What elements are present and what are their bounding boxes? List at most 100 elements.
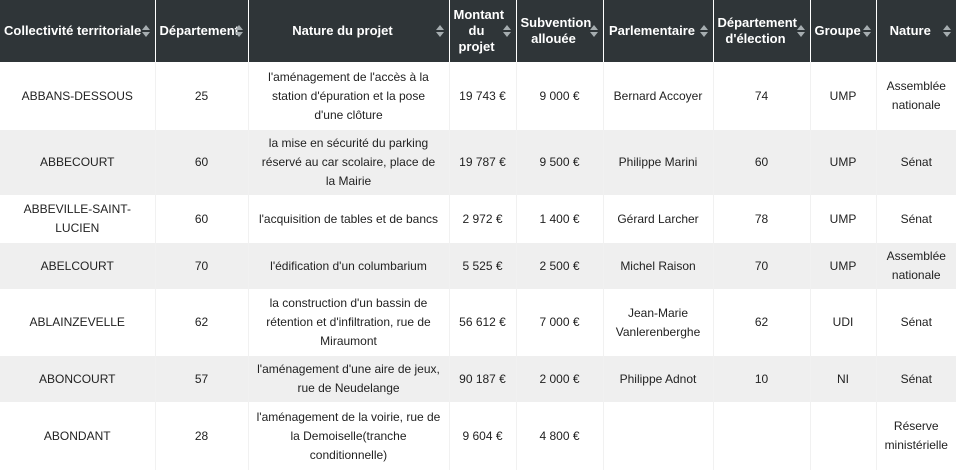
cell-montant: 19 787 € (449, 130, 517, 195)
sort-icon[interactable] (943, 25, 951, 37)
cell-nature-projet: l'acquisition de tables et de bancs (248, 195, 450, 243)
sort-icon[interactable] (234, 25, 243, 37)
cell-groupe (810, 402, 877, 470)
column-header-label: Nature (889, 23, 931, 38)
cell-parlementaire: Bernard Accoyer (603, 62, 714, 130)
cell-subvention: 9 500 € (516, 130, 604, 195)
table-row: ABONCOURT 57 l'aménagement d'une aire de j… (0, 356, 956, 402)
table-row: ABELCOURT 70 l'édification d'un columbariu… (0, 243, 956, 289)
cell-montant: 9 604 € (449, 402, 517, 470)
cell-nature: Réserve ministérielle (876, 402, 956, 470)
cell-departement-election: 70 (713, 243, 811, 289)
cell-groupe: UMP (810, 243, 877, 289)
cell-groupe: UMP (810, 62, 877, 130)
table-row: ABONDANT 28 l'aménagement de la voirie, ru… (0, 402, 956, 470)
cell-departement: 62 (155, 289, 249, 356)
sort-icon[interactable] (502, 25, 511, 37)
cell-collectivite: ABBEVILLE-SAINT-LUCIEN (0, 195, 156, 243)
cell-subvention: 7 000 € (516, 289, 604, 356)
table-row: ABBECOURT 60 la mise en sécurité du parkin… (0, 130, 956, 195)
sort-icon[interactable] (589, 25, 598, 37)
cell-parlementaire: Philippe Adnot (603, 356, 714, 402)
sort-icon[interactable] (796, 25, 805, 37)
cell-nature-projet: la mise en sécurité du parking réservé a… (248, 130, 450, 195)
column-header-label: Collectivité territoriale (4, 23, 142, 38)
cell-departement: 25 (155, 62, 249, 130)
column-header-label: Département (159, 23, 239, 38)
cell-montant: 56 612 € (449, 289, 517, 356)
column-header-departement-election[interactable]: Département d'élection (713, 0, 811, 62)
cell-departement: 70 (155, 243, 249, 289)
table-row: ABLAINZEVELLE 62 la construction d'un bass… (0, 289, 956, 356)
cell-nature-projet: la construction d'un bassin de rétention… (248, 289, 450, 356)
column-header-label: Groupe (814, 23, 861, 38)
cell-nature: Sénat (876, 130, 956, 195)
column-header-collectivite[interactable]: Collectivité territoriale (0, 0, 156, 62)
cell-departement: 60 (155, 130, 249, 195)
cell-departement-election: 10 (713, 356, 811, 402)
cell-groupe: NI (810, 356, 877, 402)
cell-nature: Assemblée nationale (876, 62, 956, 130)
cell-parlementaire: Gérard Larcher (603, 195, 714, 243)
column-header-label: Département d'élection (717, 15, 797, 46)
cell-montant: 2 972 € (449, 195, 517, 243)
column-header-label: Parlementaire (609, 23, 695, 38)
cell-montant: 5 525 € (449, 243, 517, 289)
cell-subvention: 4 800 € (516, 402, 604, 470)
cell-departement-election: 62 (713, 289, 811, 356)
cell-subvention: 1 400 € (516, 195, 604, 243)
column-header-parlementaire[interactable]: Parlementaire (603, 0, 714, 62)
cell-parlementaire: Philippe Marini (603, 130, 714, 195)
cell-nature-projet: l'aménagement d'une aire de jeux, rue de… (248, 356, 450, 402)
cell-nature: Assemblée nationale (876, 243, 956, 289)
cell-subvention: 2 500 € (516, 243, 604, 289)
cell-nature: Sénat (876, 289, 956, 356)
cell-departement-election: 78 (713, 195, 811, 243)
sort-icon[interactable] (699, 25, 708, 37)
table-row: ABBANS-DESSOUS 25 l'aménagement de l'accès… (0, 62, 956, 130)
cell-collectivite: ABBANS-DESSOUS (0, 62, 156, 130)
cell-nature-projet: l'édification d'un columbarium (248, 243, 450, 289)
column-header-label: Nature du projet (292, 23, 393, 38)
cell-departement: 28 (155, 402, 249, 470)
sort-icon[interactable] (435, 25, 444, 37)
cell-subvention: 9 000 € (516, 62, 604, 130)
cell-nature-projet: l'aménagement de l'accès à la station d'… (248, 62, 450, 130)
cell-collectivite: ABONCOURT (0, 356, 156, 402)
column-header-montant[interactable]: Montant du projet (449, 0, 517, 62)
table-row: ABBEVILLE-SAINT-LUCIEN 60 l'acquisition de… (0, 195, 956, 243)
table-header-row: Collectivité territoriale Département Na… (0, 0, 956, 62)
cell-collectivite: ABELCOURT (0, 243, 156, 289)
cell-departement: 57 (155, 356, 249, 402)
column-header-nature[interactable]: Nature (876, 0, 956, 62)
cell-subvention: 2 000 € (516, 356, 604, 402)
sort-icon[interactable] (141, 25, 150, 37)
cell-groupe: UDI (810, 289, 877, 356)
cell-montant: 90 187 € (449, 356, 517, 402)
cell-nature: Sénat (876, 195, 956, 243)
column-header-label: Subvention allouée (520, 15, 592, 46)
cell-departement-election: 74 (713, 62, 811, 130)
cell-groupe: UMP (810, 195, 877, 243)
cell-collectivite: ABBECOURT (0, 130, 156, 195)
cell-montant: 19 743 € (449, 62, 517, 130)
cell-nature: Sénat (876, 356, 956, 402)
cell-parlementaire (603, 402, 714, 470)
cell-parlementaire: Jean-Marie Vanlerenberghe (603, 289, 714, 356)
cell-departement-election (713, 402, 811, 470)
column-header-label: Montant du projet (453, 7, 505, 54)
cell-collectivite: ABLAINZEVELLE (0, 289, 156, 356)
column-header-departement[interactable]: Département (155, 0, 249, 62)
cell-parlementaire: Michel Raison (603, 243, 714, 289)
subsidies-table: Collectivité territoriale Département Na… (0, 0, 956, 470)
cell-nature-projet: l'aménagement de la voirie, rue de la De… (248, 402, 450, 470)
cell-groupe: UMP (810, 130, 877, 195)
column-header-nature-projet[interactable]: Nature du projet (248, 0, 450, 62)
cell-departement-election: 60 (713, 130, 811, 195)
cell-collectivite: ABONDANT (0, 402, 156, 470)
column-header-groupe[interactable]: Groupe (810, 0, 877, 62)
sort-icon[interactable] (862, 25, 871, 37)
cell-departement: 60 (155, 195, 249, 243)
table-body: ABBANS-DESSOUS 25 l'aménagement de l'accès… (0, 62, 956, 470)
column-header-subvention[interactable]: Subvention allouée (516, 0, 604, 62)
